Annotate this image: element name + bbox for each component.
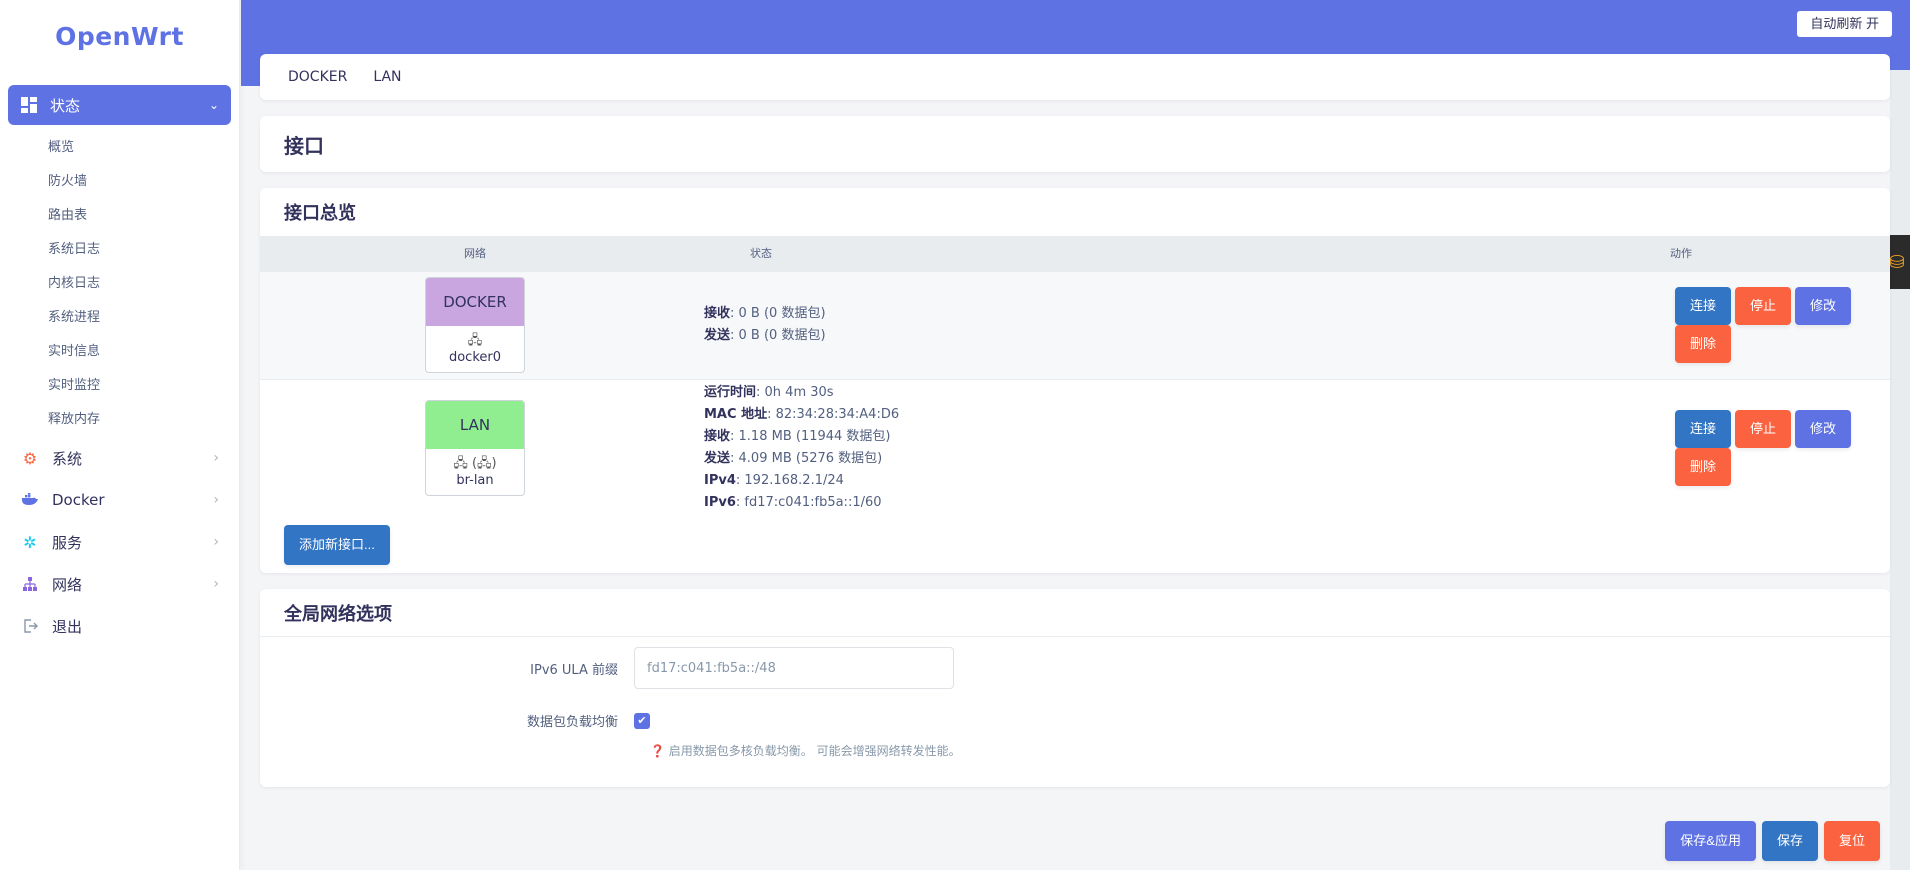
ula-prefix-input[interactable] xyxy=(634,647,954,689)
nav-services[interactable]: ✲ 服务 › xyxy=(0,521,239,563)
ethernet-port-icon: 🖧 xyxy=(467,333,483,348)
status-label: IPv6 xyxy=(704,495,736,511)
chevron-right-icon: › xyxy=(213,492,219,508)
save-apply-button[interactable]: 保存&应用 xyxy=(1665,821,1756,861)
status-label: 发送 xyxy=(704,451,731,467)
status-submenu: 概览 防火墙 路由表 系统日志 内核日志 系统进程 实时信息 实时监控 释放内存 xyxy=(0,125,239,437)
docker-icon xyxy=(20,490,40,510)
status-value: : 192.168.2.1/24 xyxy=(735,473,844,489)
status-label: IPv4 xyxy=(704,473,736,489)
main-content: DOCKER LAN 接口 接口总览 网络 状态 动作 DOCKER 🖧 doc… xyxy=(260,54,1890,803)
interface-status: 接收: 0 B (0 数据包) 发送: 0 B (0 数据包) xyxy=(690,271,1410,379)
network-name: DOCKER xyxy=(426,278,524,326)
status-value: : 0 B (0 数据包) xyxy=(730,328,826,343)
packet-steering-hint: 启用数据包多核负载均衡。 可能会增强网络转发性能。 xyxy=(668,744,961,758)
stop-button[interactable]: 停止 xyxy=(1735,287,1792,325)
table-row: DOCKER 🖧 docker0 接收: 0 B (0 数据包) 发送: 0 B… xyxy=(260,271,1890,379)
interface-status: 运行时间: 0h 4m 30s MAC 地址: 82:34:28:34:A4:D… xyxy=(690,379,1410,517)
sub-item-free-memory[interactable]: 释放内存 xyxy=(0,403,239,437)
network-badge-docker[interactable]: DOCKER 🖧 docker0 xyxy=(425,277,525,373)
column-status: 状态 xyxy=(690,236,1410,271)
nav-status-label: 状态 xyxy=(50,96,81,115)
chevron-right-icon: › xyxy=(213,534,219,550)
nav-docker-label: Docker xyxy=(52,491,105,509)
status-value: : 0 B (0 数据包) xyxy=(730,306,826,321)
page-title: 接口 xyxy=(260,116,1890,172)
page-scrollbar[interactable] xyxy=(1890,70,1910,870)
help-icon: ❓ xyxy=(650,744,665,758)
interface-tabs: DOCKER LAN xyxy=(260,54,1890,100)
status-value: : fd17:c041:fb5a::1/60 xyxy=(735,495,882,511)
dashboard-icon xyxy=(20,96,38,114)
add-interface-button[interactable]: 添加新接口... xyxy=(284,525,390,565)
sub-item-kernellog[interactable]: 内核日志 xyxy=(0,267,239,301)
form-actions: 保存&应用 保存 复位 xyxy=(1665,821,1886,861)
status-value: : 82:34:28:34:A4:D6 xyxy=(767,407,900,423)
cup-icon: ⛁ xyxy=(1889,251,1905,273)
chevron-down-icon: ⌄ xyxy=(208,98,219,112)
nav-logout-label: 退出 xyxy=(52,617,83,636)
column-network: 网络 xyxy=(260,236,690,271)
nav-services-label: 服务 xyxy=(52,533,83,552)
gear-icon: ⚙ xyxy=(22,448,38,468)
device-name: docker0 xyxy=(448,350,502,365)
status-value: : 4.09 MB (5276 数据包) xyxy=(730,451,883,467)
packet-steering-label: 数据包负载均衡 xyxy=(526,715,618,730)
auto-refresh-toggle[interactable]: 自动刷新 开 xyxy=(1797,11,1892,37)
edit-button[interactable]: 修改 xyxy=(1795,287,1852,325)
reset-button[interactable]: 复位 xyxy=(1823,821,1880,861)
tab-docker[interactable]: DOCKER xyxy=(288,69,347,85)
tab-lan[interactable]: LAN xyxy=(373,69,401,85)
nav-network[interactable]: 网络 › xyxy=(0,563,239,605)
status-label: 发送 xyxy=(704,328,731,343)
global-options-card: 全局网络选项 IPv6 ULA 前缀 数据包负载均衡 ✔ ❓ 启用数据包多核负载… xyxy=(260,589,1890,787)
device-name: br-lan xyxy=(456,473,494,489)
interfaces-overview-card: 接口总览 网络 状态 动作 DOCKER 🖧 docker0 接收: 0 B (… xyxy=(260,188,1890,573)
status-label: 接收 xyxy=(704,306,731,321)
interfaces-table: 网络 状态 动作 DOCKER 🖧 docker0 接收: 0 B (0 数据包… xyxy=(260,236,1890,517)
interfaces-overview-title: 接口总览 xyxy=(284,203,356,224)
chevron-right-icon: › xyxy=(213,576,219,592)
logout-icon xyxy=(20,616,40,636)
nav-network-label: 网络 xyxy=(52,575,83,594)
table-row: LAN 🖧 (🖧) br-lan 运行时间: 0h 4m 30s MAC 地址:… xyxy=(260,379,1890,517)
nav-logout[interactable]: 退出 xyxy=(0,605,239,647)
network-name: LAN xyxy=(426,401,524,450)
connect-button[interactable]: 连接 xyxy=(1675,287,1732,325)
sub-item-overview[interactable]: 概览 xyxy=(0,131,239,165)
logo: OpenWrt xyxy=(55,21,184,51)
network-icon xyxy=(20,574,40,594)
network-badge-lan[interactable]: LAN 🖧 (🖧) br-lan xyxy=(425,400,525,497)
stop-button[interactable]: 停止 xyxy=(1735,410,1792,449)
chevron-right-icon: › xyxy=(213,450,219,466)
bridge-port-icon: 🖧 (🖧) xyxy=(453,456,497,472)
status-value: : 1.18 MB (11944 数据包) xyxy=(730,429,891,445)
global-options-title: 全局网络选项 xyxy=(260,589,1890,637)
packet-steering-checkbox[interactable]: ✔ xyxy=(634,712,650,729)
column-actions: 动作 xyxy=(1410,236,1890,271)
sub-item-routes[interactable]: 路由表 xyxy=(0,199,239,233)
delete-button[interactable]: 删除 xyxy=(1675,325,1732,363)
delete-button[interactable]: 删除 xyxy=(1675,448,1732,487)
connect-button[interactable]: 连接 xyxy=(1675,410,1732,449)
nav-system-label: 系统 xyxy=(52,449,83,468)
nav-system[interactable]: ⚙ 系统 › xyxy=(0,437,239,479)
sub-item-syslog[interactable]: 系统日志 xyxy=(0,233,239,267)
status-label: 运行时间 xyxy=(704,385,757,401)
nav-status[interactable]: 状态 ⌄ xyxy=(8,85,231,125)
nav-docker[interactable]: Docker › xyxy=(0,479,239,521)
status-label: 接收 xyxy=(704,429,731,445)
status-label: MAC 地址 xyxy=(704,407,768,423)
sub-item-realtime-info[interactable]: 实时信息 xyxy=(0,335,239,369)
save-button[interactable]: 保存 xyxy=(1761,821,1818,861)
services-icon: ✲ xyxy=(23,532,37,552)
status-value: : 0h 4m 30s xyxy=(756,385,834,401)
sidebar: OpenWrt 状态 ⌄ 概览 防火墙 路由表 系统日志 内核日志 系统进程 实… xyxy=(0,0,240,870)
ula-prefix-label: IPv6 ULA 前缀 xyxy=(530,662,618,678)
edit-button[interactable]: 修改 xyxy=(1795,410,1852,449)
sub-item-firewall[interactable]: 防火墙 xyxy=(0,165,239,199)
sub-item-realtime-monitor[interactable]: 实时监控 xyxy=(0,369,239,403)
sub-item-processes[interactable]: 系统进程 xyxy=(0,301,239,335)
